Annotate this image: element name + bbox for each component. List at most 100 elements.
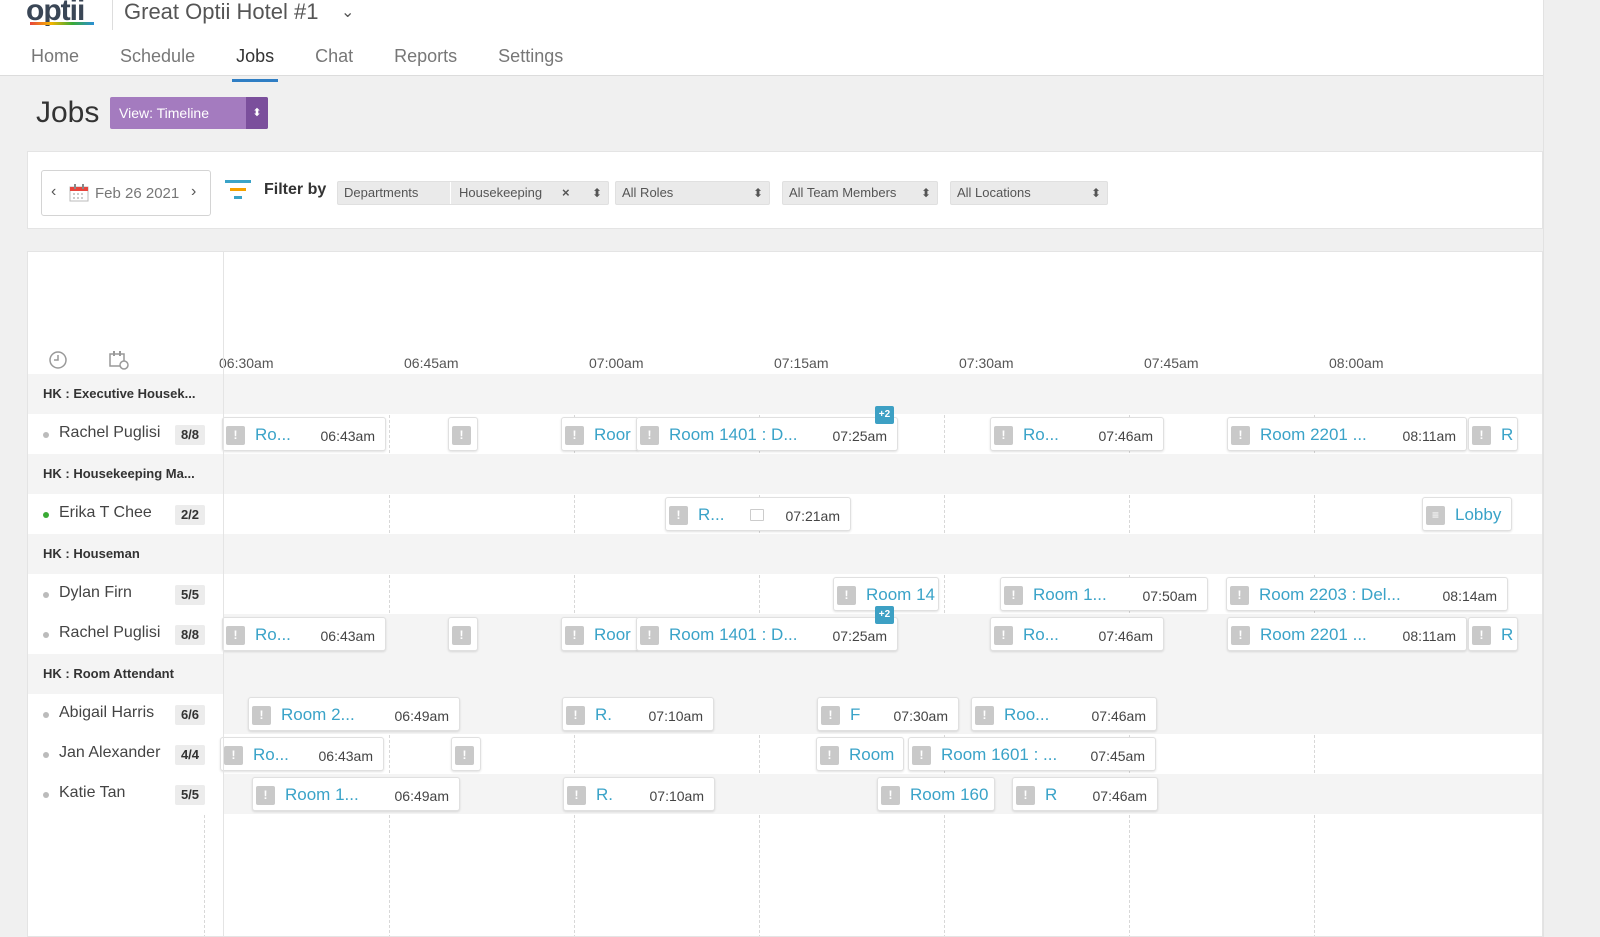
job-card[interactable]: ! Ro... 06:43am [222, 417, 386, 451]
job-card[interactable]: ≡ Lobby [1422, 497, 1512, 531]
person-row: Dylan Firn 5/5! Room 14! Room 1... 07:50am! R… [28, 574, 1542, 614]
job-card[interactable]: ! Room 2201 ... 08:11am [1227, 617, 1467, 651]
department-tag: Housekeeping [450, 182, 542, 204]
clock-icon[interactable] [48, 350, 68, 370]
job-card[interactable]: ! [448, 617, 478, 651]
logo-color-bar [30, 22, 94, 25]
nav-home[interactable]: Home [31, 46, 79, 75]
nav-settings[interactable]: Settings [498, 46, 563, 75]
alert-icon: ! [224, 746, 243, 765]
job-card[interactable]: ! Roor [561, 617, 639, 651]
team-members-select[interactable]: All Team Members ⬍ [782, 181, 938, 205]
job-time: 07:46am [1098, 628, 1153, 644]
job-card[interactable]: ! Room 1... 07:50am [1000, 577, 1208, 611]
job-title: Room [849, 745, 895, 764]
job-card[interactable]: ! F 07:30am [817, 697, 959, 731]
chevron-right-icon[interactable]: › [191, 183, 196, 201]
alert-icon: ! [565, 426, 584, 445]
job-card[interactable]: ! R... 07:21am [665, 497, 851, 531]
job-title: Room 2201 ... [1260, 625, 1367, 644]
view-selector-button[interactable]: View: Timeline ⬍ [110, 97, 268, 129]
departments-select[interactable]: Departments Housekeeping × ⬍ [337, 181, 609, 205]
alert-icon: ! [669, 506, 688, 525]
person-name[interactable]: Rachel Puglisi [59, 624, 160, 642]
clear-department-icon[interactable]: × [562, 182, 570, 204]
time-label: 07:30am [959, 355, 1014, 371]
row-label: HK : Housekeeping Ma... [28, 454, 223, 494]
job-card[interactable]: ! Ro... 06:43am [222, 617, 386, 651]
job-title: Room 1... [285, 785, 359, 804]
job-card[interactable]: ! [451, 737, 481, 771]
alert-icon: ! [912, 746, 931, 765]
group-name: HK : Houseman [43, 546, 140, 561]
group-row: HK : Houseman [28, 534, 1542, 574]
person-name[interactable]: Katie Tan [59, 784, 125, 802]
time-label: 08:00am [1329, 355, 1384, 371]
row-label: Rachel Puglisi 8/8 [28, 614, 223, 654]
calendar-clock-icon[interactable] [109, 350, 129, 370]
job-card[interactable]: ! R 07:46am [1012, 777, 1158, 811]
alert-icon: ! [226, 426, 245, 445]
job-title: Ro... [255, 425, 291, 444]
job-card[interactable]: ! Room 2201 ... 08:11am [1227, 417, 1467, 451]
row-label: HK : Room Attendant [28, 654, 223, 694]
more-jobs-badge[interactable]: +2 [875, 606, 894, 624]
person-name[interactable]: Erika T Chee [59, 504, 152, 522]
job-title: Room 2201 ... [1260, 425, 1367, 444]
selected-date: Feb 26 2021 [95, 185, 180, 202]
person-row: Rachel Puglisi 8/8! Ro... 06:43am!! Roor! Roo… [28, 406, 1542, 454]
job-time: 07:50am [1142, 588, 1197, 604]
select-caret-icon: ⬍ [1090, 186, 1101, 200]
job-card[interactable]: ! Room 2203 : Del... 08:14am [1226, 577, 1508, 611]
team-members-value: All Team Members [789, 185, 897, 200]
time-label: 07:00am [589, 355, 644, 371]
job-card[interactable]: ! Ro... 06:43am [220, 737, 384, 771]
chevron-left-icon[interactable]: ‹ [51, 183, 56, 201]
job-card[interactable]: ! Ro... 07:46am [990, 417, 1164, 451]
sort-caret-icon: ⬍ [246, 97, 268, 129]
job-time: 07:25am [832, 628, 887, 644]
more-jobs-badge[interactable]: +2 [875, 406, 894, 424]
job-card[interactable]: ! Room 1601 : ... 07:45am [908, 737, 1156, 771]
alert-icon: ! [1230, 586, 1249, 605]
nav-chat[interactable]: Chat [315, 46, 353, 75]
job-card[interactable]: ! Room 1401 : D... 07:25am [636, 417, 898, 451]
person-name[interactable]: Rachel Puglisi [59, 424, 160, 442]
date-picker[interactable]: ‹ Feb 26 2021 › [41, 170, 211, 216]
job-card[interactable]: ! Roor [561, 417, 639, 451]
job-card[interactable]: ! Room 1401 : D... 07:25am [636, 617, 898, 651]
job-time: 07:10am [648, 708, 703, 724]
job-card[interactable]: ! Room 1... 06:49am [252, 777, 460, 811]
job-title: F [850, 705, 861, 724]
row-label: HK : Houseman [28, 534, 223, 574]
job-card[interactable]: ! Room [816, 737, 904, 771]
nav-reports[interactable]: Reports [394, 46, 457, 75]
job-title: Lobby [1455, 505, 1502, 524]
person-row: Rachel Puglisi 8/8! Ro... 06:43am!! Roor! Roo… [28, 606, 1542, 654]
roles-value: All Roles [622, 185, 674, 200]
job-title: Roo... [1004, 705, 1050, 724]
job-time: 07:21am [785, 508, 840, 524]
job-card[interactable]: ! R. 07:10am [562, 697, 714, 731]
job-card[interactable]: ! Roo... 07:46am [971, 697, 1157, 731]
job-card[interactable]: ! Room 2... 06:49am [248, 697, 460, 731]
select-caret-icon: ⬍ [591, 186, 602, 200]
job-title: Room 1601 : ... [941, 745, 1058, 764]
job-card[interactable]: ! R [1468, 617, 1518, 651]
nav-schedule[interactable]: Schedule [120, 46, 195, 75]
person-row: Erika T Chee 2/2! R... 07:21am ≡ Lobby [28, 494, 1542, 534]
job-card[interactable]: ! Ro... 07:46am [990, 617, 1164, 651]
job-card[interactable]: ! Room 160 [877, 777, 995, 811]
locations-select[interactable]: All Locations ⬍ [950, 181, 1108, 205]
job-card[interactable]: ! [448, 417, 478, 451]
chevron-down-icon[interactable]: ⌄ [341, 2, 354, 22]
person-name[interactable]: Jan Alexander [59, 744, 160, 762]
roles-select[interactable]: All Roles ⬍ [615, 181, 770, 205]
nav-jobs[interactable]: Jobs [232, 46, 279, 82]
person-name[interactable]: Abigail Harris [59, 704, 154, 722]
job-time: 06:43am [318, 748, 373, 764]
hotel-selector[interactable]: Great Optii Hotel #1 [124, 0, 318, 25]
person-name[interactable]: Dylan Firn [59, 584, 132, 602]
job-card[interactable]: ! R. 07:10am [563, 777, 715, 811]
job-card[interactable]: ! R [1468, 417, 1518, 451]
